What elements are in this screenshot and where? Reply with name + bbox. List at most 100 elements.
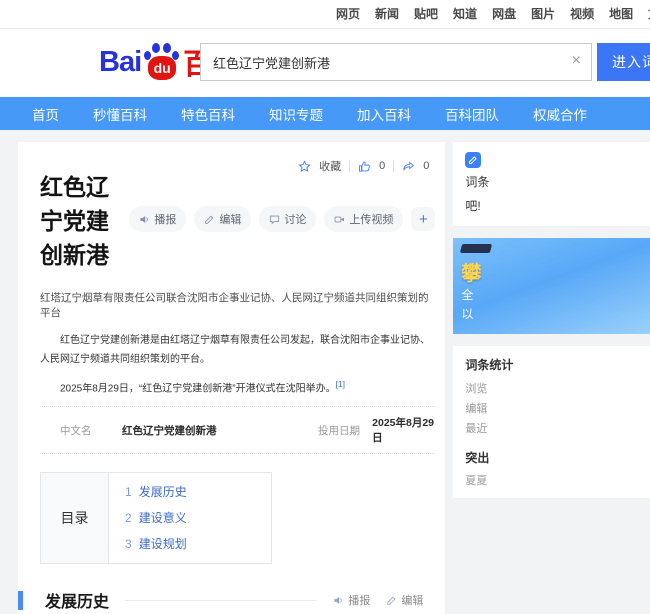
table-of-contents: 目录 1 发展历史 2 建设意义 3 建设规划	[40, 472, 272, 564]
nav-item-join[interactable]: 加入百科	[357, 104, 411, 124]
upload-video-label: 上传视频	[349, 211, 393, 227]
promo-icon-row	[465, 152, 650, 168]
star-icon[interactable]	[298, 160, 311, 173]
toc-item-number: 3	[125, 531, 132, 557]
nav-item-home[interactable]: 首页	[32, 104, 59, 124]
search-box: ×	[200, 43, 592, 81]
share-icon[interactable]	[402, 160, 415, 173]
infobox-field-chinese-name: 中文名 红色辽宁党建创新港	[40, 423, 298, 438]
top-utility-bar: 网页 新闻 贴吧 知道 网盘 图片 视频 地图 文库	[0, 0, 650, 29]
entry-summary: 红塔辽宁烟草有限责任公司联合沈阳市企事业记协、人民网辽宁频道共同组织策划的平台	[40, 290, 435, 320]
nav-item-miaodong[interactable]: 秒懂百科	[93, 104, 147, 124]
section-broadcast-button[interactable]: 播报	[333, 592, 370, 608]
toc-item-number: 2	[125, 505, 132, 531]
banner-line: 以	[461, 305, 650, 324]
entry-paragraph-1: 红色辽宁党建创新港是由红塔辽宁烟草有限责任公司发起，联合沈阳市企事业记协、人民网…	[40, 331, 435, 369]
topnav-link-images[interactable]: 图片	[531, 0, 555, 28]
page-body: 收藏 0 0 红色辽宁党建创新港 播报	[0, 130, 650, 614]
right-sidebar: 词条 吧! 攀 全 以 词条统计 浏览 编辑 最近 突出 夏夏	[453, 142, 650, 498]
entry-title: 红色辽宁党建创新港	[40, 168, 115, 270]
infobox-label: 投用日期	[318, 423, 372, 438]
stats-rows: 浏览 编辑 最近	[465, 379, 650, 439]
edit-promo-card[interactable]: 词条 吧!	[453, 142, 650, 226]
promo-text-line: 吧!	[465, 196, 650, 216]
entry-paragraph-2: 2025年8月29日，“红色辽宁党建创新港”开港仪式在沈阳举办。[1]	[40, 375, 435, 398]
toc-item-significance[interactable]: 2 建设意义	[125, 505, 255, 531]
add-button[interactable]: +	[411, 207, 435, 231]
nav-item-authority[interactable]: 权威合作	[533, 104, 587, 124]
topnav-link-zhidao[interactable]: 知道	[453, 0, 477, 28]
discuss-button[interactable]: 讨论	[259, 206, 316, 232]
edit-label: 编辑	[401, 592, 423, 608]
chat-icon	[269, 214, 280, 225]
like-count: 0	[379, 160, 385, 172]
toc-item-history[interactable]: 1 发展历史	[125, 479, 255, 505]
video-camera-icon	[334, 214, 345, 225]
thumb-up-icon[interactable]	[358, 160, 371, 173]
baidu-paw-icon: du	[143, 41, 181, 83]
section-divider-line	[125, 600, 317, 601]
banner-headline: 攀	[461, 257, 650, 286]
top-nav-links: 网页 新闻 贴吧 知道 网盘 图片 视频 地图 文库	[336, 0, 650, 28]
clear-search-icon[interactable]: ×	[572, 52, 581, 70]
divider	[349, 160, 350, 172]
promo-banner[interactable]: 攀 全 以	[453, 238, 650, 334]
stats-row-views: 浏览	[465, 379, 650, 399]
toc-items: 1 发展历史 2 建设意义 3 建设规划	[109, 473, 271, 563]
banner-line: 全	[461, 286, 650, 305]
section-edit-button[interactable]: 编辑	[386, 592, 423, 608]
section-heading-row: 发展历史 播报 编辑	[18, 588, 435, 612]
infobox-value: 红色辽宁党建创新港	[122, 423, 217, 438]
banner-logo-mark	[460, 244, 492, 253]
topnav-link-netdisk[interactable]: 网盘	[492, 0, 516, 28]
infobox-field-launch-date: 投用日期 2025年8月29日	[298, 415, 435, 445]
collect-label[interactable]: 收藏	[319, 158, 341, 174]
section-tools: 播报 编辑	[333, 592, 435, 608]
topnav-link-tieba[interactable]: 贴吧	[414, 0, 438, 28]
toc-item-label: 建设意义	[139, 505, 187, 531]
enter-entry-button[interactable]: 进入词条	[597, 43, 650, 81]
reference-link-1[interactable]: [1]	[336, 379, 345, 389]
promo-text-line: 词条	[465, 172, 650, 192]
site-header: Bai du 百科 × 进入词条	[0, 29, 650, 97]
stats-title: 词条统计	[465, 356, 650, 373]
broadcast-label: 播报	[348, 592, 370, 608]
entry-card: 收藏 0 0 红色辽宁党建创新港 播报	[18, 142, 445, 614]
upload-video-button[interactable]: 上传视频	[324, 206, 403, 232]
entry-action-pills: 播报 编辑 讨论 上传	[129, 206, 435, 232]
broadcast-label: 播报	[154, 211, 176, 227]
contributors-title: 突出	[465, 449, 650, 466]
topnav-link-news[interactable]: 新闻	[375, 0, 399, 28]
divider	[393, 160, 394, 172]
pencil-icon	[386, 595, 397, 606]
pencil-square-icon	[465, 152, 481, 168]
contributor-username[interactable]: 夏夏	[465, 472, 650, 488]
entry-social-row: 收藏 0 0	[298, 158, 429, 174]
nav-item-team[interactable]: 百科团队	[445, 104, 499, 124]
nav-item-topics[interactable]: 知识专题	[269, 104, 323, 124]
logo-text-bai: Bai	[99, 46, 141, 79]
entry-infobox: 中文名 红色辽宁党建创新港 投用日期 2025年8月29日	[40, 406, 435, 454]
edit-button[interactable]: 编辑	[194, 206, 251, 232]
section-accent-bar	[18, 591, 23, 610]
section-development-history: 发展历史 播报 编辑	[40, 588, 435, 614]
entry-title-row: 红色辽宁党建创新港 播报 编辑	[40, 168, 435, 270]
toc-title: 目录	[41, 473, 109, 563]
infobox-value: 2025年8月29日	[372, 415, 435, 445]
stats-row-recent: 最近	[465, 419, 650, 439]
speaker-icon	[139, 214, 150, 225]
primary-nav-bar: 首页 秒懂百科 特色百科 知识专题 加入百科 百科团队 权威合作	[0, 97, 650, 130]
search-input[interactable]	[201, 44, 591, 80]
topnav-link-web[interactable]: 网页	[336, 0, 360, 28]
nav-item-featured[interactable]: 特色百科	[181, 104, 235, 124]
topnav-link-video[interactable]: 视频	[570, 0, 594, 28]
pencil-icon	[204, 214, 215, 225]
topnav-link-maps[interactable]: 地图	[609, 0, 633, 28]
speaker-icon	[333, 595, 344, 606]
entry-stats-card: 词条统计 浏览 编辑 最近 突出 夏夏	[453, 346, 650, 498]
toc-item-planning[interactable]: 3 建设规划	[125, 531, 255, 557]
broadcast-button[interactable]: 播报	[129, 206, 186, 232]
toc-item-label: 建设规划	[139, 531, 187, 557]
stats-row-edits: 编辑	[465, 399, 650, 419]
section-title: 发展历史	[45, 588, 109, 612]
